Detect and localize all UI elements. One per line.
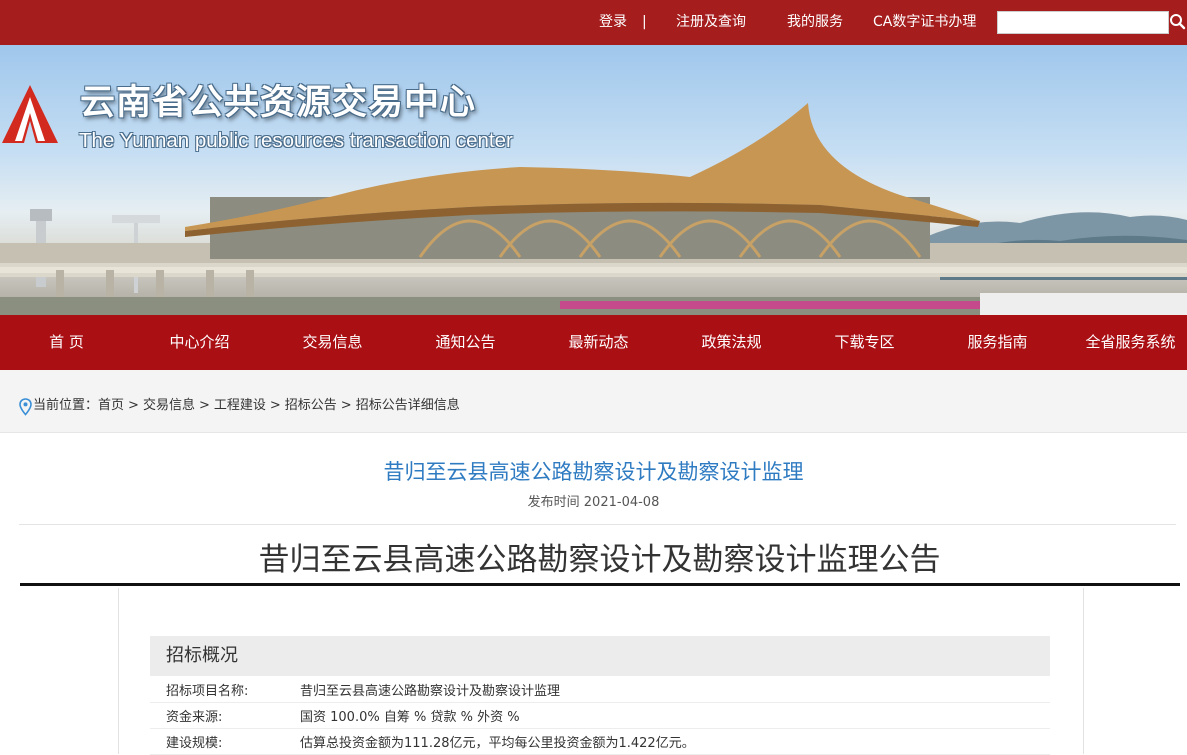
nav-about[interactable]: 中心介绍 [133, 315, 266, 370]
breadcrumb-label: 当前位置： [33, 398, 99, 413]
site-title-en: The Yunnan public resources transaction … [79, 129, 513, 152]
nav-trade-info[interactable]: 交易信息 [266, 315, 399, 370]
nav-policies[interactable]: 政策法规 [665, 315, 798, 370]
nav-downloads[interactable]: 下载专区 [798, 315, 931, 370]
nav-news[interactable]: 最新动态 [532, 315, 665, 370]
row-value: 估算总投资金额为111.28亿元，平均每公里投资金额为1.422亿元。 [300, 736, 695, 751]
title-underline [20, 583, 1180, 586]
location-pin-icon [19, 398, 32, 416]
ca-certificate-link[interactable]: CA数字证书办理 [873, 13, 976, 31]
nav-service-guide[interactable]: 服务指南 [931, 315, 1064, 370]
breadcrumb-home[interactable]: 首页 [98, 398, 124, 413]
row-value: 昔归至云县高速公路勘察设计及勘察设计监理 [300, 684, 561, 699]
section-title: 招标概况 [166, 645, 238, 666]
nav-home[interactable]: 首 页 [0, 315, 133, 370]
nav-province-systems[interactable]: 全省服务系统 [1064, 315, 1187, 370]
table-row: 资金来源: 国资 100.0% 自筹 % 贷款 % 外资 % [150, 702, 1050, 729]
table-row: 招标项目名称: 昔归至云县高速公路勘察设计及勘察设计监理 [150, 676, 1050, 703]
breadcrumb-current: 招标公告详细信息 [355, 398, 460, 413]
site-title: 云南省公共资源交易中心 [80, 83, 477, 123]
breadcrumb-sep: > [340, 398, 352, 413]
register-query-link[interactable]: 注册及查询 [676, 13, 746, 31]
publish-time: 发布时间 2021-04-08 [527, 495, 660, 510]
header-banner: 云南省公共资源交易中心 The Yunnan public resources … [0, 45, 1187, 315]
row-label: 建设规模: [166, 736, 223, 751]
top-separator: | [642, 14, 647, 30]
section-header: 招标概况 [150, 636, 1050, 676]
row-label: 招标项目名称: [166, 684, 249, 699]
table-row: 建设规模: 估算总投资金额为111.28亿元，平均每公里投资金额为1.422亿元… [150, 728, 1050, 755]
logo-icon [2, 85, 58, 143]
breadcrumb: 当前位置：首页 > 交易信息 > 工程建设 > 招标公告 > 招标公告详细信息 [33, 397, 460, 415]
main-nav: 首 页 中心介绍 交易信息 通知公告 最新动态 政策法规 下载专区 服务指南 全… [0, 315, 1187, 370]
breadcrumb-sep: > [269, 398, 281, 413]
breadcrumb-tender-notice[interactable]: 招标公告 [285, 398, 337, 413]
row-label: 资金来源: [166, 710, 223, 725]
row-value: 国资 100.0% 自筹 % 贷款 % 外资 % [300, 710, 520, 725]
breadcrumb-sep: > [128, 398, 139, 413]
nav-notices[interactable]: 通知公告 [399, 315, 532, 370]
login-link[interactable]: 登录 [599, 13, 627, 31]
top-bar: 登录 | 注册及查询 我的服务 CA数字证书办理 [0, 0, 1187, 45]
breadcrumb-bar: 当前位置：首页 > 交易信息 > 工程建设 > 招标公告 > 招标公告详细信息 [0, 370, 1187, 433]
breadcrumb-sep: > [198, 398, 210, 413]
announcement-title: 昔归至云县高速公路勘察设计及勘察设计监理公告 [258, 542, 941, 578]
search-icon[interactable] [1169, 11, 1187, 33]
search-input[interactable] [997, 11, 1169, 34]
divider [19, 524, 1176, 525]
my-service-link[interactable]: 我的服务 [787, 13, 843, 31]
page-title: 昔归至云县高速公路勘察设计及勘察设计监理 [383, 460, 804, 484]
breadcrumb-engineering[interactable]: 工程建设 [214, 398, 266, 413]
breadcrumb-trade-info[interactable]: 交易信息 [143, 398, 195, 413]
